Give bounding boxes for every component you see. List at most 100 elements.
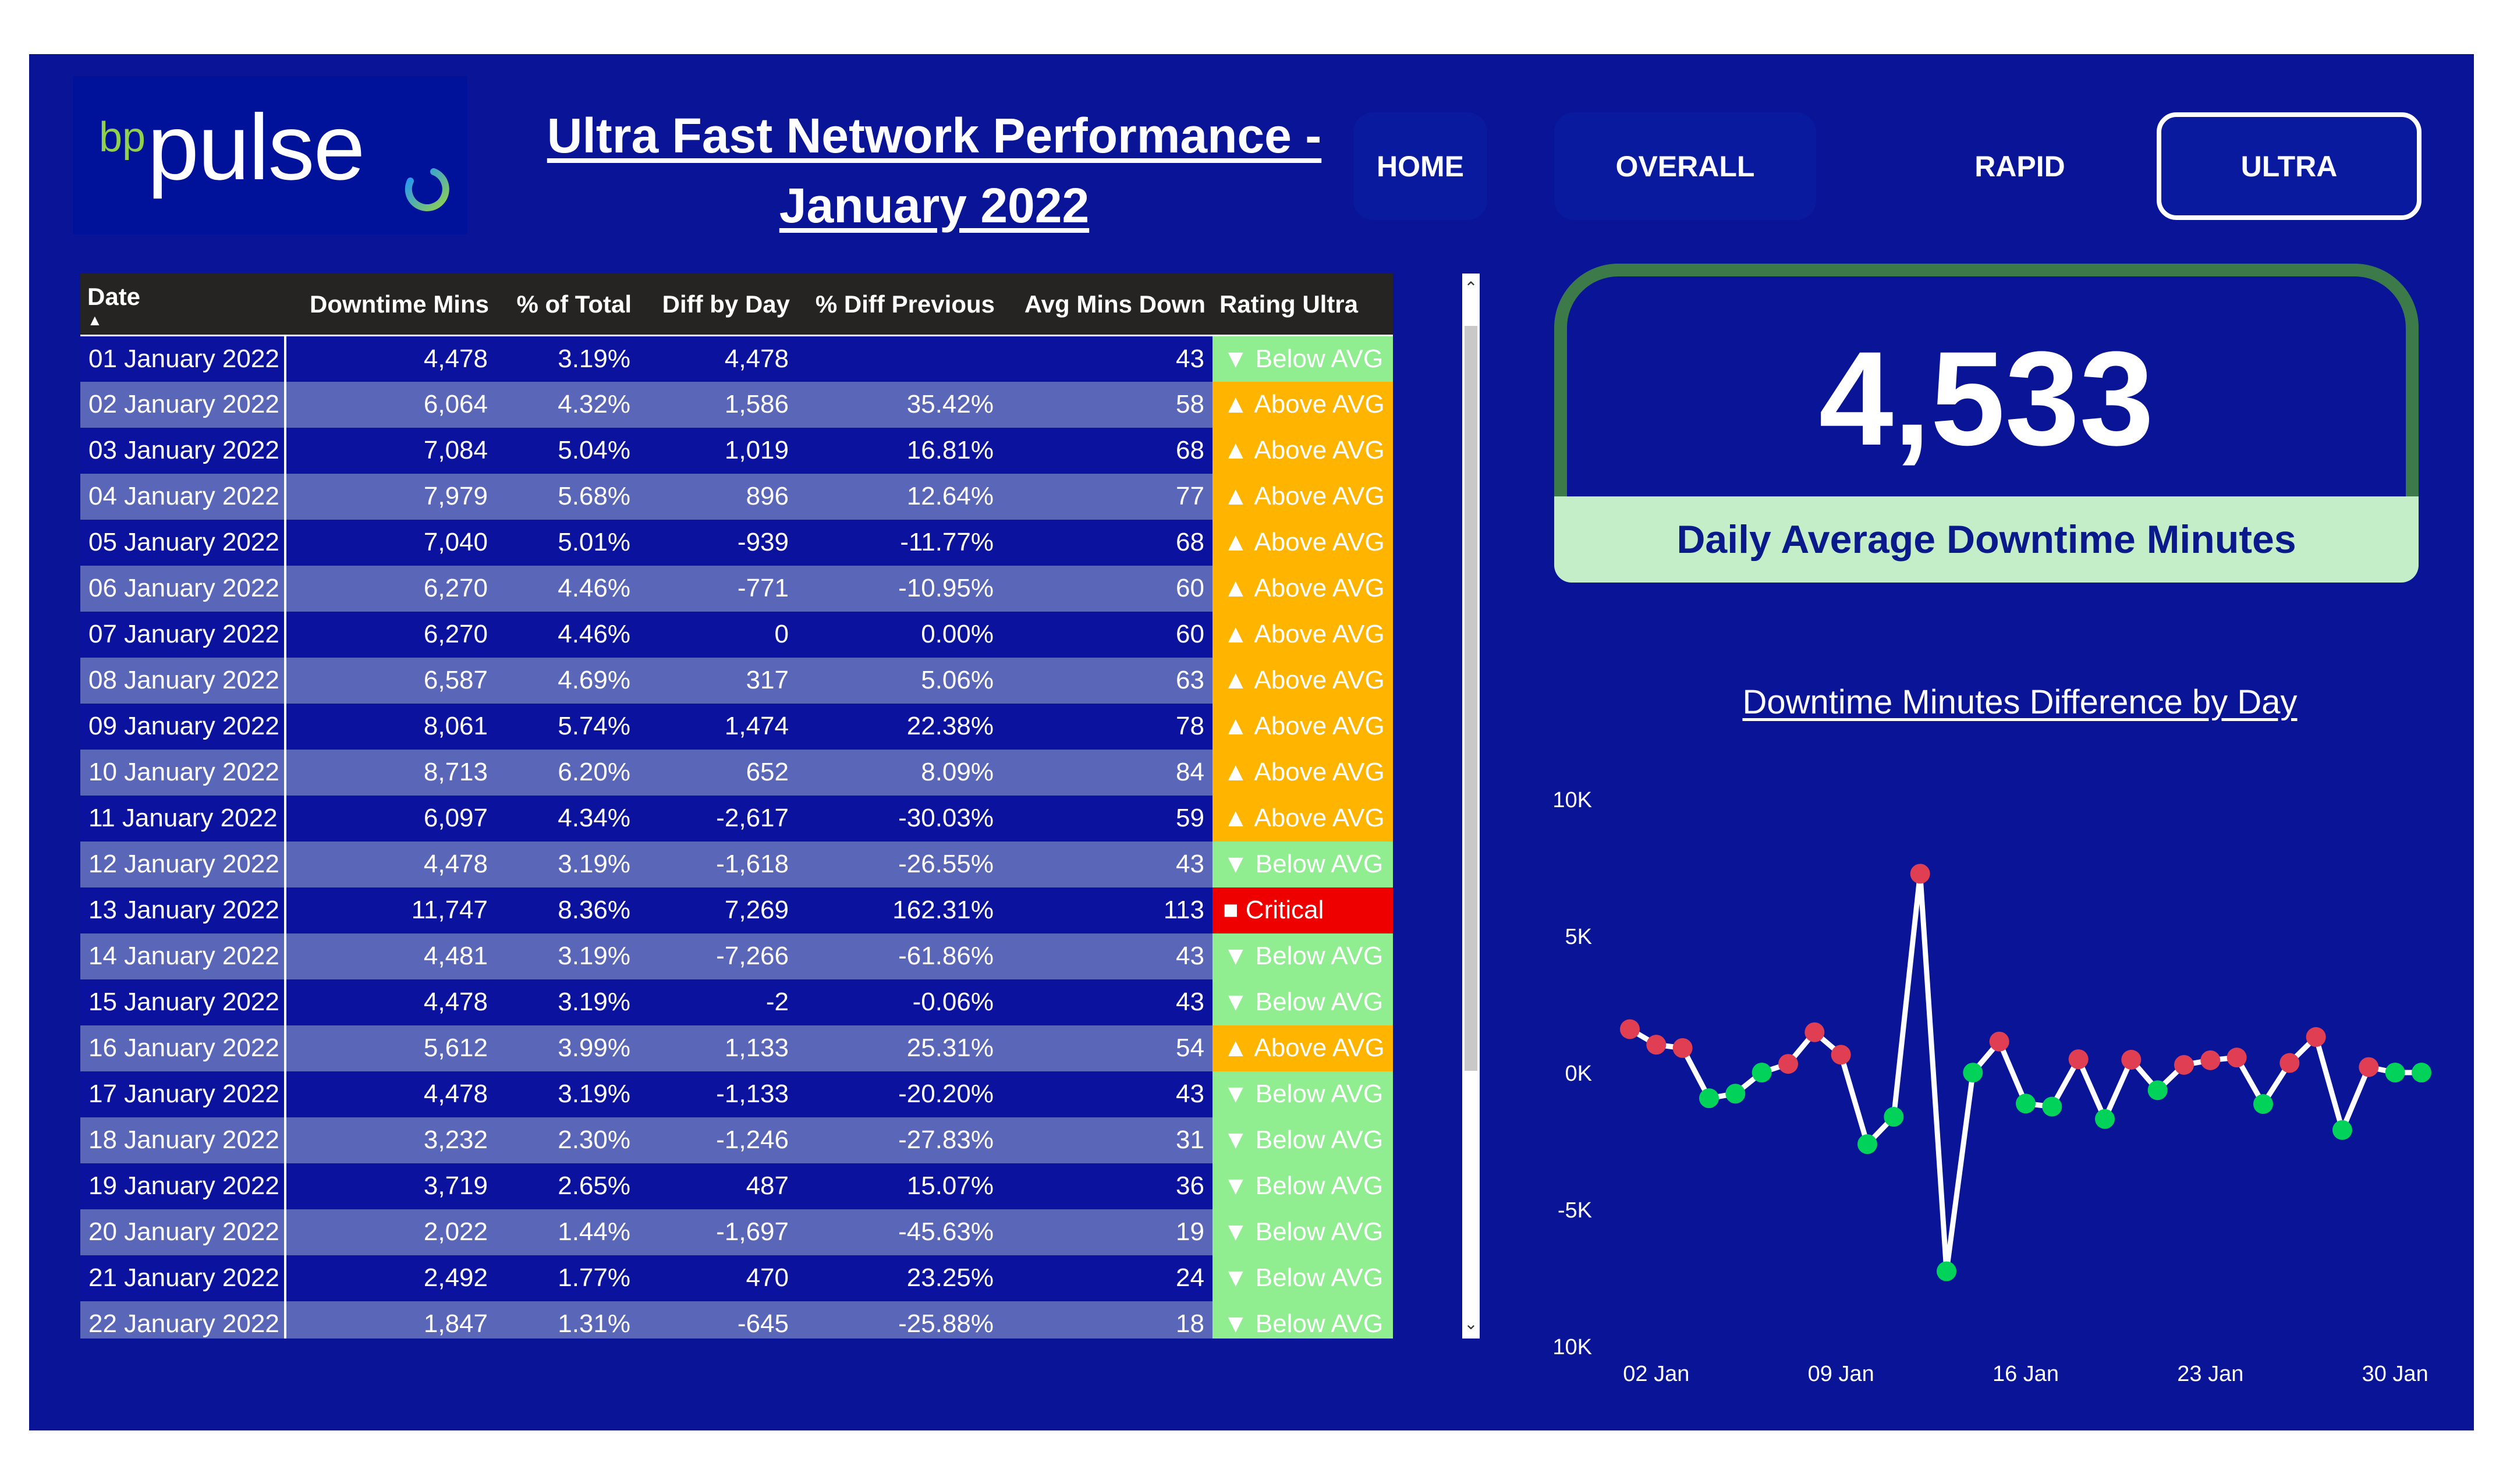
table-row[interactable]: 02 January 2022 6,064 4.32% 1,586 35.42% 58 ▲ … [80,381,1393,428]
data-point[interactable] [1646,1035,1667,1055]
cell-avg-mins-down: 18 [1002,1301,1212,1339]
column-header-avg-mins-down[interactable]: Avg Mins Down [1002,274,1212,336]
data-point[interactable] [1778,1054,1798,1074]
cell-pct-total: 3.19% [496,1071,639,1117]
cell-date: 21 January 2022 [80,1255,286,1301]
nav-ultra-button[interactable]: ULTRA [2157,112,2422,220]
table-row[interactable]: 14 January 2022 4,481 3.19% -7,266 -61.86% 43… [80,933,1393,979]
pulse-ring-icon [405,168,449,211]
data-point[interactable] [2200,1050,2221,1070]
cell-rating-ultra: ▲ Above AVG [1212,427,1393,474]
table-row[interactable]: 21 January 2022 2,492 1.77% 470 23.25% 24 ▼ Be… [80,1255,1393,1301]
table-row[interactable]: 16 January 2022 5,612 3.99% 1,133 25.31% 54 ▲ … [80,1025,1393,1071]
data-point[interactable] [1804,1022,1825,1042]
cell-downtime-mins: 6,270 [285,565,496,612]
scroll-thumb[interactable] [1465,326,1477,1071]
data-point[interactable] [1937,1261,1956,1281]
table-row[interactable]: 06 January 2022 6,270 4.46% -771 -10.95% 60 ▲ … [80,565,1393,612]
table-row[interactable]: 04 January 2022 7,979 5.68% 896 12.64% 77 ▲ Ab… [80,473,1393,520]
nav-overall-button[interactable]: OVERALL [1554,112,1816,220]
cell-pct-total: 3.19% [496,979,639,1025]
column-header-pct-diff-previous[interactable]: % Diff Previous [797,274,1002,336]
cell-avg-mins-down: 36 [1002,1163,1212,1209]
data-point[interactable] [2095,1109,2115,1129]
column-header-downtime-mins[interactable]: Downtime Mins [285,274,496,336]
data-point[interactable] [2306,1027,2326,1047]
data-point[interactable] [2359,1057,2379,1077]
data-point[interactable] [2385,1063,2405,1082]
table-row[interactable]: 20 January 2022 2,022 1.44% -1,697 -45.63% 19… [80,1209,1393,1255]
cell-downtime-mins: 4,478 [285,841,496,887]
downtime-table[interactable]: Date ▲ Downtime Mins % of Total Diff by … [80,274,1393,1339]
chart-title: Downtime Minutes Difference by Day [1742,683,2298,721]
data-point[interactable] [2042,1096,2062,1117]
column-header-diff-by-day[interactable]: Diff by Day [639,274,797,336]
cell-downtime-mins: 2,022 [285,1209,496,1255]
data-point[interactable] [1672,1038,1693,1058]
cell-downtime-mins: 7,084 [285,427,496,474]
data-point[interactable] [1620,1019,1640,1039]
data-point[interactable] [2332,1120,2352,1140]
cell-rating-ultra: ▲ Above AVG [1212,519,1393,566]
table-row[interactable]: 19 January 2022 3,719 2.65% 487 15.07% 36 ▼ Be… [80,1163,1393,1209]
data-point[interactable] [2227,1048,2247,1068]
table-row[interactable]: 10 January 2022 8,713 6.20% 652 8.09% 84 ▲ Abo… [80,749,1393,796]
table-row[interactable]: 13 January 2022 11,747 8.36% 7,269 162.31% 11… [80,887,1393,933]
cell-avg-mins-down: 63 [1002,657,1212,704]
data-point[interactable] [1963,1063,1983,1083]
nav-home-button[interactable]: HOME [1353,112,1487,220]
scroll-up-icon[interactable]: ⌃ [1462,274,1480,303]
data-point[interactable] [1910,864,1930,884]
data-point[interactable] [2068,1049,2089,1070]
nav-rapid-button[interactable]: RAPID [1886,112,2154,220]
x-tick-label: 09 Jan [1808,1362,1874,1386]
cell-rating-ultra: ▲ Above AVG [1212,703,1393,750]
cell-pct-total: 4.69% [496,657,639,704]
table-row[interactable]: 22 January 2022 1,847 1.31% -645 -25.88% 18 ▼ … [80,1301,1393,1339]
table-row[interactable]: 11 January 2022 6,097 4.34% -2,617 -30.03% 59… [80,795,1393,842]
cell-pct-diff-previous: -30.03% [797,795,1002,842]
table-row[interactable]: 15 January 2022 4,478 3.19% -2 -0.06% 43 ▼ Bel… [80,979,1393,1025]
table-row[interactable]: 08 January 2022 6,587 4.69% 317 5.06% 63 ▲ Abo… [80,657,1393,704]
data-point[interactable] [2174,1055,2194,1075]
table-row[interactable]: 12 January 2022 4,478 3.19% -1,618 -26.55% 43… [80,841,1393,887]
data-point[interactable] [1884,1107,1904,1127]
downtime-difference-line-chart[interactable]: 10K 5K 0K -5K -10K 02 Jan 09 Jan 16 Jan 23 Jan 30… [1554,729,2462,1387]
cell-pct-diff-previous: 162.31% [797,887,1002,933]
data-point[interactable] [2412,1063,2431,1082]
data-point[interactable] [1857,1134,1877,1154]
column-header-rating-ultra[interactable]: Rating Ultra [1212,274,1393,336]
data-point[interactable] [1831,1045,1851,1065]
data-point[interactable] [2147,1080,2168,1100]
cell-avg-mins-down: 84 [1002,749,1212,796]
cell-diff-by-day: 652 [639,749,797,796]
data-point[interactable] [1699,1088,1719,1109]
data-point[interactable] [2253,1094,2273,1114]
cell-avg-mins-down: 31 [1002,1117,1212,1163]
cell-diff-by-day: -771 [639,565,797,612]
table-row[interactable]: 18 January 2022 3,232 2.30% -1,246 -27.83% 31… [80,1117,1393,1163]
table-row[interactable]: 09 January 2022 8,061 5.74% 1,474 22.38% 78 ▲ … [80,703,1393,750]
scroll-down-icon[interactable]: ⌄ [1462,1309,1480,1339]
data-point[interactable] [2016,1094,2036,1114]
table-row[interactable]: 01 January 2022 4,478 3.19% 4,478 43 ▼ Below … [80,335,1393,382]
table-header-row: Date ▲ Downtime Mins % of Total Diff by … [80,274,1393,336]
table-row[interactable]: 17 January 2022 4,478 3.19% -1,133 -20.20% 43… [80,1071,1393,1117]
cell-pct-diff-previous: 23.25% [797,1255,1002,1301]
column-header-pct-total[interactable]: % of Total [496,274,639,336]
cell-downtime-mins: 4,481 [285,933,496,979]
table-row[interactable]: 07 January 2022 6,270 4.46% 0 0.00% 60 ▲ Above… [80,611,1393,658]
table-row[interactable]: 03 January 2022 7,084 5.04% 1,019 16.81% 68 ▲ … [80,427,1393,474]
data-point[interactable] [1989,1031,2009,1052]
column-header-date[interactable]: Date ▲ [80,274,285,336]
cell-pct-diff-previous: 16.81% [797,427,1002,474]
cell-pct-diff-previous: 15.07% [797,1163,1002,1209]
data-point[interactable] [1725,1084,1746,1104]
data-point[interactable] [2121,1049,2142,1070]
cell-pct-total: 1.44% [496,1209,639,1255]
data-point[interactable] [1752,1063,1772,1082]
y-tick-label: -5K [1558,1198,1592,1223]
data-point[interactable] [2279,1053,2300,1073]
table-scrollbar[interactable]: ⌃ ⌄ [1462,274,1480,1339]
table-row[interactable]: 05 January 2022 7,040 5.01% -939 -11.77% 68 ▲ … [80,519,1393,566]
